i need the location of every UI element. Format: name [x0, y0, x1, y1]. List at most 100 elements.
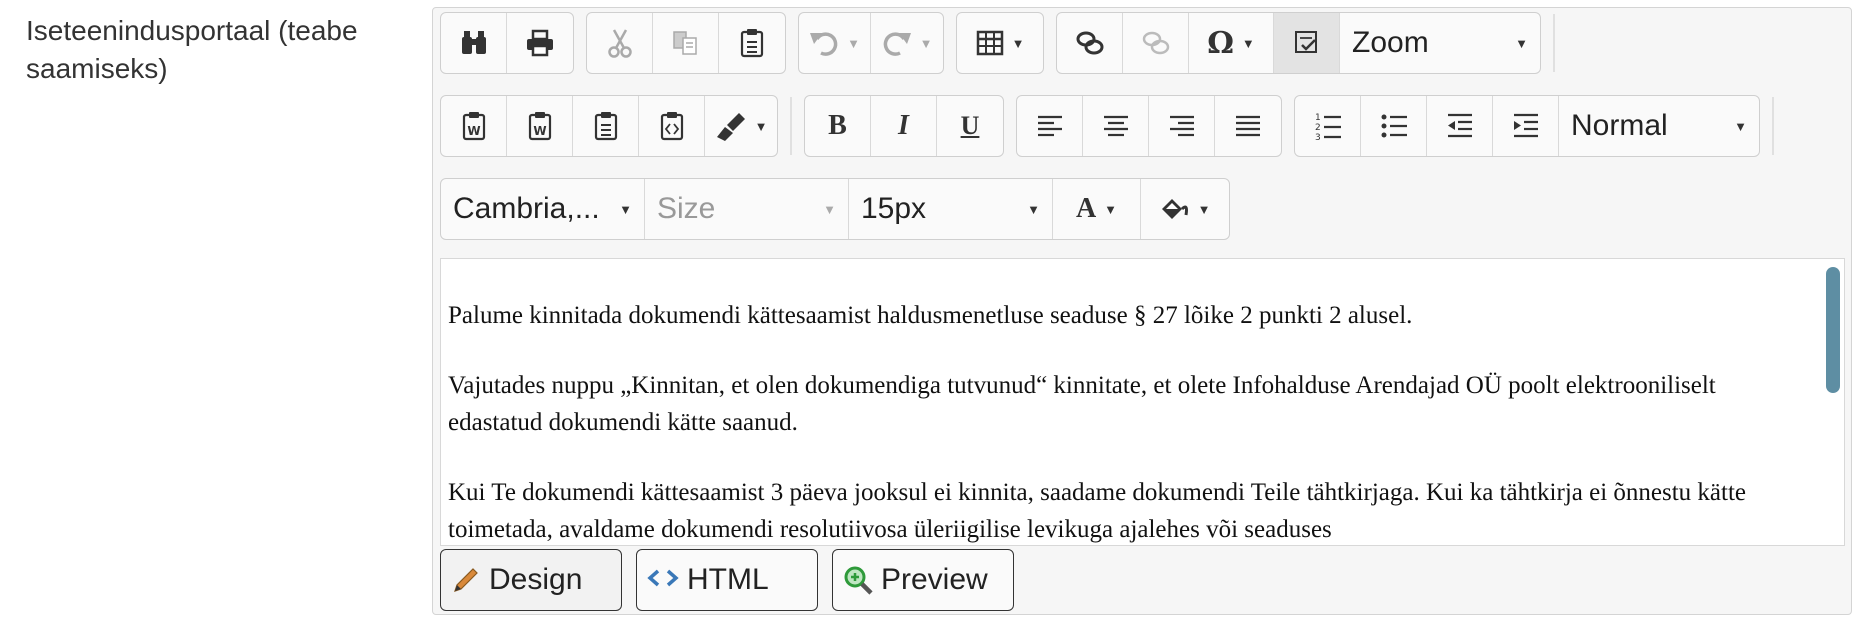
font-color-dropdown-icon[interactable]: ▼: [1104, 202, 1117, 217]
special-char-button[interactable]: Ω ▼: [1189, 13, 1274, 73]
line-height-dropdown-icon: ▼: [1027, 201, 1040, 217]
svg-text:2: 2: [1315, 123, 1321, 133]
outdent-icon: [1447, 113, 1472, 138]
redo-icon: [883, 32, 911, 56]
paste-word-clean-button[interactable]: W: [507, 96, 573, 156]
background-color-dropdown-icon[interactable]: ▼: [1198, 202, 1211, 217]
toolbar-separator: [1553, 14, 1555, 72]
font-name-value: Cambria,...: [453, 192, 600, 225]
font-size-dropdown-icon: ▼: [823, 201, 836, 217]
html-mode-label: HTML: [687, 563, 769, 596]
toolbar-row-1: ▼ ▼ ▼ Ω ▼ Zoom ▼: [440, 12, 1565, 76]
toolbar-group-align: [1016, 95, 1282, 157]
toolbar-row-2: W W ▼ B I U 1 2 3 Normal ▼: [440, 95, 1784, 159]
undo-button[interactable]: ▼: [799, 13, 871, 73]
paragraph-format-select[interactable]: Normal ▼: [1559, 96, 1759, 156]
zoom-select[interactable]: Zoom ▼: [1340, 13, 1540, 73]
toolbar-group-search-print: [440, 12, 574, 74]
paste-html-icon: [660, 112, 683, 141]
italic-button[interactable]: I: [871, 96, 937, 156]
indent-button[interactable]: [1493, 96, 1559, 156]
font-name-dropdown-icon: ▼: [619, 201, 632, 217]
paste-from-word-button[interactable]: W: [441, 96, 507, 156]
copy-icon: [672, 31, 697, 55]
align-center-button[interactable]: [1083, 96, 1149, 156]
editor-mode-bar: Design HTML Preview: [440, 549, 1028, 611]
format-painter-dropdown-icon[interactable]: ▼: [755, 119, 768, 134]
table-dropdown-icon[interactable]: ▼: [1012, 36, 1025, 51]
toolbar-separator: [790, 97, 792, 155]
underline-button[interactable]: U: [937, 96, 1003, 156]
paste-html-button[interactable]: [639, 96, 705, 156]
line-height-select[interactable]: 15px ▼: [849, 179, 1053, 239]
font-size-select[interactable]: Size ▼: [645, 179, 849, 239]
redo-dropdown-icon[interactable]: ▼: [920, 36, 933, 51]
zoom-dropdown-icon: ▼: [1515, 35, 1528, 51]
copy-button[interactable]: [653, 13, 719, 73]
brush-icon: [716, 113, 745, 141]
outdent-button[interactable]: [1427, 96, 1493, 156]
magnifier-icon: [844, 566, 873, 595]
editor-content-area[interactable]: Palume kinnitada dokumendi kättesaamist …: [440, 258, 1845, 546]
align-center-icon: [1103, 115, 1128, 137]
paragraph-format-value: Normal: [1571, 109, 1668, 142]
special-char-dropdown-icon[interactable]: ▼: [1242, 36, 1255, 51]
background-color-button[interactable]: ▼: [1141, 179, 1229, 239]
toolbar-separator: [1772, 97, 1774, 155]
preview-mode-button[interactable]: Preview: [832, 549, 1014, 611]
pencil-icon: [454, 568, 478, 592]
html-mode-button[interactable]: HTML: [636, 549, 818, 611]
underline-icon: U: [960, 111, 980, 140]
svg-text:W: W: [533, 124, 546, 138]
unlink-icon: [1142, 31, 1169, 55]
redo-button[interactable]: ▼: [871, 13, 943, 73]
font-color-button[interactable]: A ▼: [1053, 179, 1141, 239]
font-color-icon: A: [1075, 193, 1097, 224]
bold-button[interactable]: B: [805, 96, 871, 156]
toolbar-group-font: Cambria,... ▼ Size ▼ 15px ▼ A ▼ ▼: [440, 178, 1230, 240]
document-body[interactable]: Palume kinnitada dokumendi kättesaamist …: [448, 297, 1808, 545]
numbered-list-button[interactable]: 123: [1295, 96, 1361, 156]
binoculars-icon: [461, 31, 486, 54]
paste-plain-button[interactable]: [573, 96, 639, 156]
paragraph-format-dropdown-icon: ▼: [1734, 118, 1747, 134]
undo-dropdown-icon[interactable]: ▼: [847, 36, 860, 51]
toolbar-group-paste: W W ▼: [440, 95, 778, 157]
design-mode-button[interactable]: Design: [440, 549, 622, 611]
toolbar-row-3: Cambria,... ▼ Size ▼ 15px ▼ A ▼ ▼: [440, 178, 1242, 242]
preview-mode-label: Preview: [881, 563, 988, 596]
align-right-icon: [1169, 115, 1194, 137]
zoom-value: Zoom: [1352, 26, 1429, 59]
spellcheck-button[interactable]: [1274, 13, 1340, 73]
print-button[interactable]: [507, 13, 573, 73]
align-right-button[interactable]: [1149, 96, 1215, 156]
link-icon: [1076, 31, 1103, 55]
cut-button[interactable]: [587, 13, 653, 73]
code-icon: [647, 569, 679, 587]
align-justify-button[interactable]: [1215, 96, 1281, 156]
toolbar-group-history: ▼ ▼: [798, 12, 944, 74]
line-height-value: 15px: [861, 192, 927, 225]
vertical-scrollbar[interactable]: [1826, 267, 1840, 393]
italic-icon: I: [898, 110, 909, 141]
toolbar-group-text-style: B I U: [804, 95, 1004, 157]
format-painter-button[interactable]: ▼: [705, 96, 777, 156]
link-button[interactable]: [1057, 13, 1123, 73]
bulleted-list-icon: [1381, 114, 1407, 138]
paste-button[interactable]: [719, 13, 785, 73]
unlink-button[interactable]: [1123, 13, 1189, 73]
align-left-icon: [1037, 115, 1062, 137]
table-button[interactable]: ▼: [957, 13, 1043, 73]
svg-text:1: 1: [1315, 113, 1321, 123]
paragraph: Vajutades nuppu „Kinnitan, et olen dokum…: [448, 372, 1716, 436]
paragraph: Kui Te dokumendi kättesaamist 3 päeva jo…: [448, 479, 1747, 543]
align-justify-icon: [1236, 115, 1260, 137]
indent-icon: [1513, 113, 1538, 138]
font-name-select[interactable]: Cambria,... ▼: [441, 179, 645, 239]
align-left-button[interactable]: [1017, 96, 1083, 156]
toolbar-group-lists: 123 Normal ▼: [1294, 95, 1760, 157]
bulleted-list-button[interactable]: [1361, 96, 1427, 156]
table-icon: [976, 30, 1003, 56]
find-button[interactable]: [441, 13, 507, 73]
toolbar-group-clipboard: [586, 12, 786, 74]
